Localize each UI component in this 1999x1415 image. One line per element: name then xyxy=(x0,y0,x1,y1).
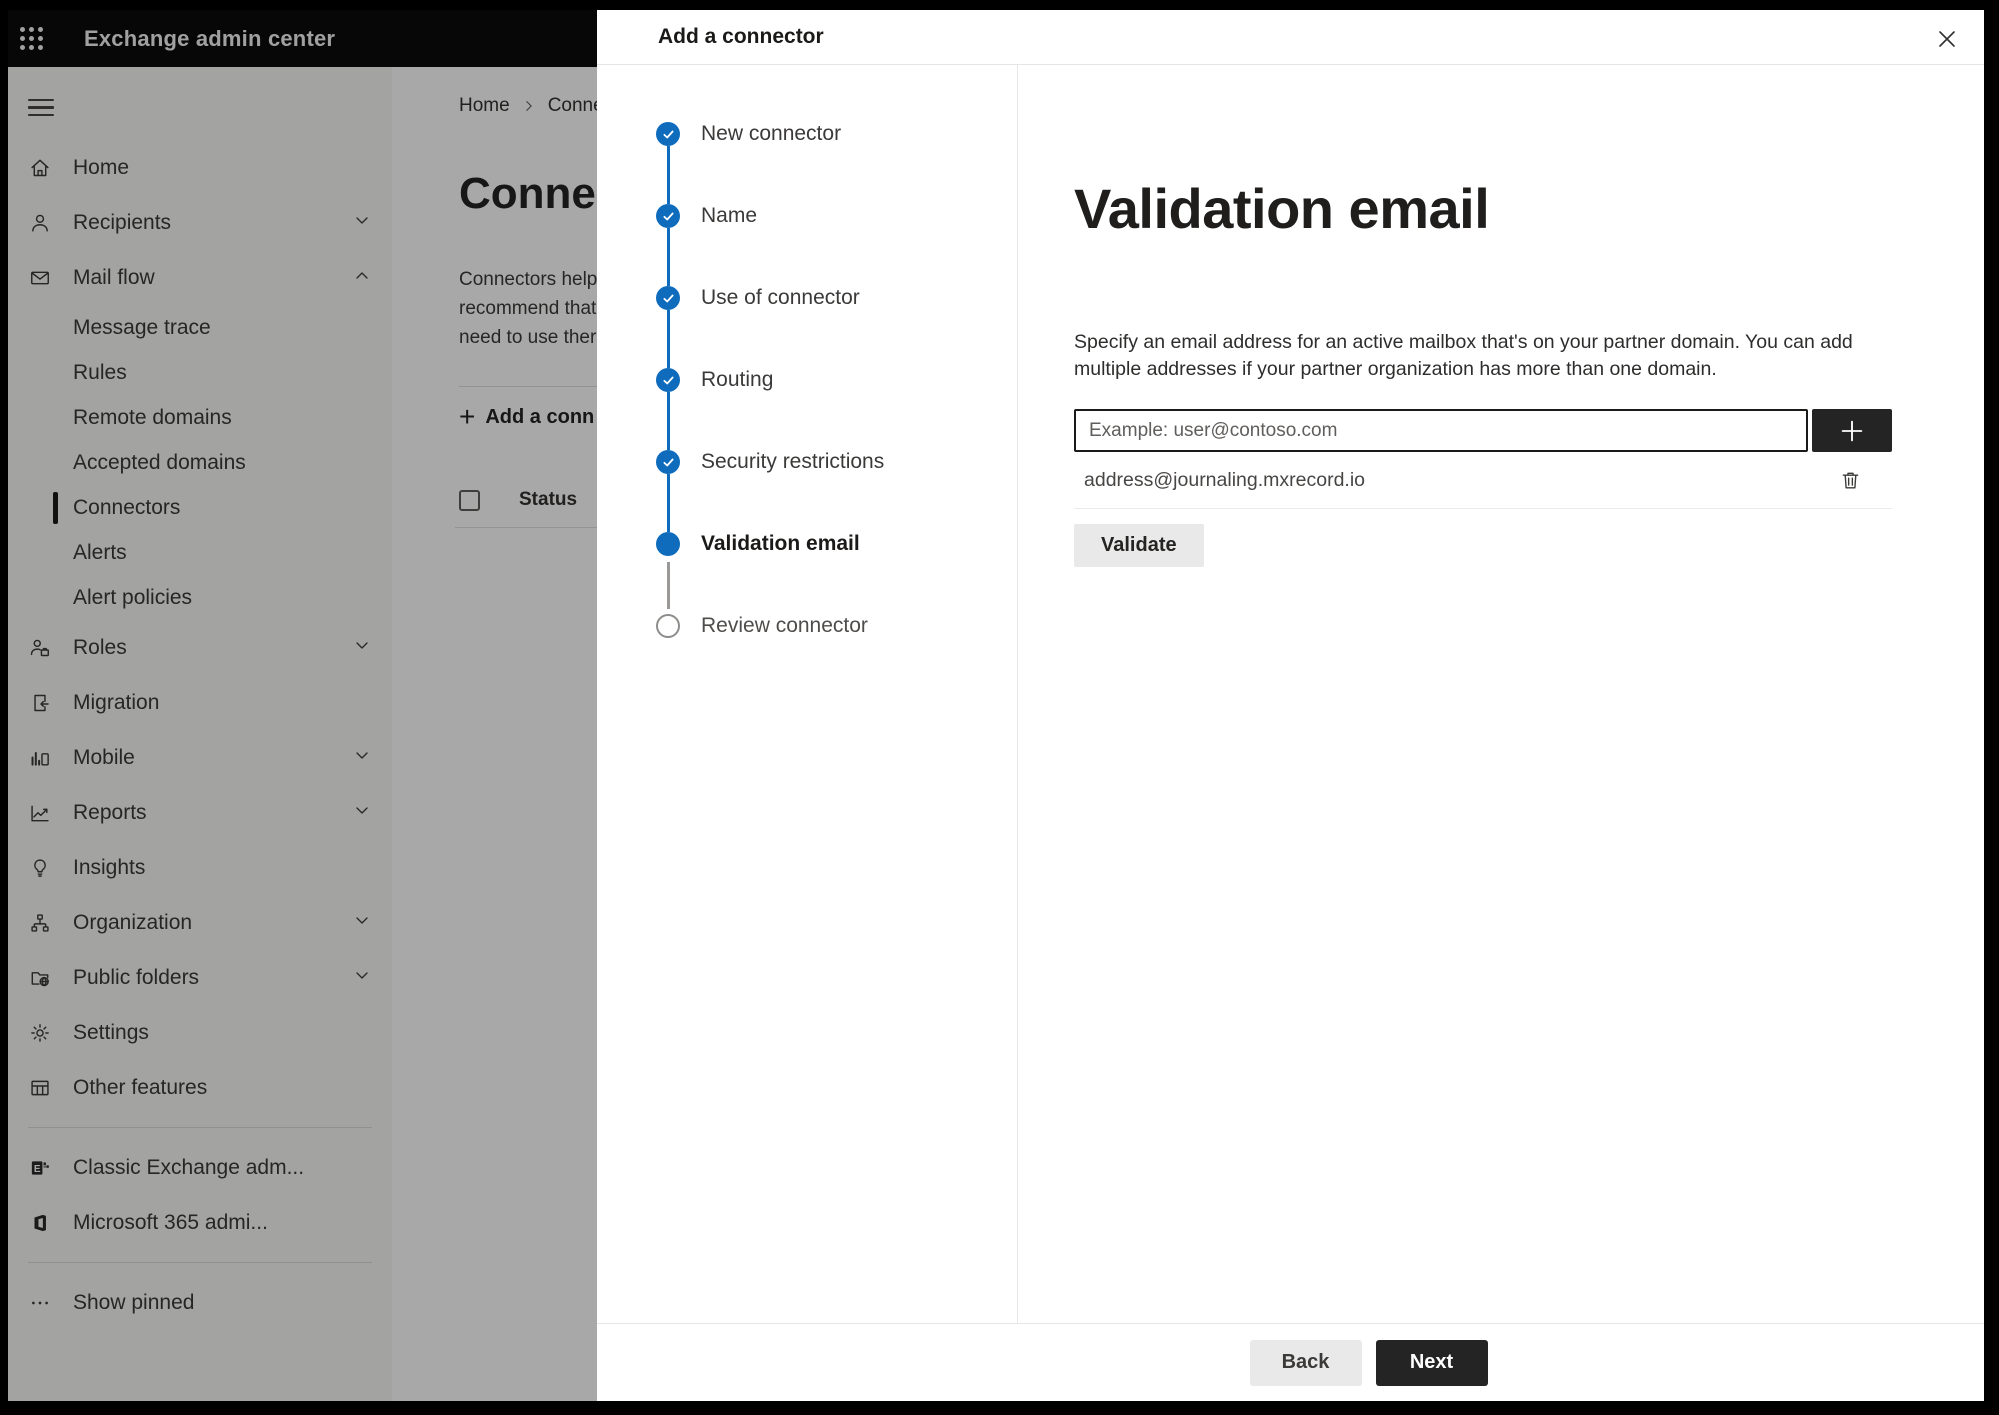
step-complete-icon xyxy=(656,286,680,310)
added-address-row: address@journaling.mxrecord.io xyxy=(1074,452,1892,509)
step-security-restrictions[interactable]: Security restrictions xyxy=(656,450,1017,532)
step-routing[interactable]: Routing xyxy=(656,368,1017,450)
trash-icon xyxy=(1842,472,1858,489)
close-icon xyxy=(1939,31,1955,47)
step-use-of-connector[interactable]: Use of connector xyxy=(656,286,1017,368)
add-connector-panel: Add a connector New connector Name Use o… xyxy=(597,10,1984,1401)
step-current-icon xyxy=(656,532,680,556)
step-new-connector[interactable]: New connector xyxy=(656,122,1017,204)
panel-footer: Back Next xyxy=(597,1323,1984,1401)
step-complete-icon xyxy=(656,204,680,228)
validation-email-step: Validation email Specify an email addres… xyxy=(1018,65,1984,1323)
add-email-button[interactable] xyxy=(1812,409,1892,452)
app-window: Exchange admin center Home Recipients Ma… xyxy=(8,10,1984,1401)
close-button[interactable] xyxy=(1932,24,1962,54)
validate-button[interactable]: Validate xyxy=(1074,524,1204,567)
step-complete-icon xyxy=(656,368,680,392)
step-upcoming-icon xyxy=(656,614,680,638)
step-heading: Validation email xyxy=(1074,177,1490,240)
step-validation-email[interactable]: Validation email xyxy=(656,532,1017,614)
next-button[interactable]: Next xyxy=(1375,1339,1488,1386)
wizard-steps: New connector Name Use of connector Rout… xyxy=(597,65,1018,1323)
step-complete-icon xyxy=(656,450,680,474)
panel-header: Add a connector xyxy=(597,10,1984,65)
panel-title: Add a connector xyxy=(658,25,824,48)
email-address-input[interactable] xyxy=(1074,409,1808,452)
delete-address-button[interactable] xyxy=(1838,468,1862,492)
step-review-connector[interactable]: Review connector xyxy=(656,614,1017,638)
back-button[interactable]: Back xyxy=(1249,1339,1362,1386)
step-name[interactable]: Name xyxy=(656,204,1017,286)
added-address: address@journaling.mxrecord.io xyxy=(1084,468,1366,491)
step-description: Specify an email address for an active m… xyxy=(1074,331,1853,380)
plus-icon xyxy=(1841,420,1863,441)
step-complete-icon xyxy=(656,122,680,146)
